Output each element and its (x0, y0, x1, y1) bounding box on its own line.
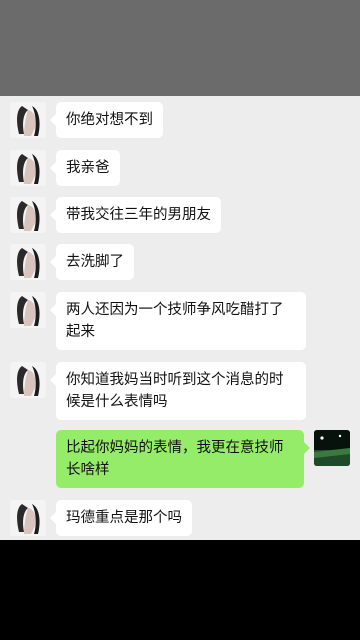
message-bubble[interactable]: 玛德重点是那个吗 (50, 500, 192, 536)
message-bubble[interactable]: 带我交往三年的男朋友 (50, 197, 221, 233)
girl-avatar-icon[interactable] (10, 197, 46, 233)
girl-avatar-icon[interactable] (10, 244, 46, 280)
girl-avatar-icon[interactable] (10, 292, 46, 328)
message-text: 去洗脚了 (66, 254, 124, 270)
girl-avatar-icon[interactable] (10, 150, 46, 186)
chat-area[interactable]: 你绝对想不到 我亲爸 带我交往三年的男朋友 去洗脚了 两人还因为一个技师争风吃醋… (0, 96, 360, 540)
girl-avatar-icon[interactable] (10, 362, 46, 398)
message-text: 我亲爸 (66, 160, 110, 176)
night-field-avatar-icon[interactable] (314, 430, 350, 466)
message-text: 你绝对想不到 (66, 112, 153, 128)
message-bubble[interactable]: 两人还因为一个技师争风吃醋打了起来 (50, 292, 306, 350)
message-bubble[interactable]: 你绝对想不到 (50, 102, 163, 138)
message-bubble[interactable]: 去洗脚了 (50, 244, 134, 280)
message-text: 比起你妈妈的表情，我更在意技师长啥样 (66, 440, 284, 478)
girl-avatar-icon[interactable] (10, 102, 46, 138)
message-bubble[interactable]: 我亲爸 (50, 150, 120, 186)
message-text: 你知道我妈当时听到这个消息的时候是什么表情吗 (66, 372, 284, 410)
bottom-bar (0, 540, 360, 640)
message-bubble-outgoing[interactable]: 比起你妈妈的表情，我更在意技师长啥样 (56, 430, 310, 488)
message-bubble[interactable]: 你知道我妈当时听到这个消息的时候是什么表情吗 (50, 362, 306, 420)
girl-avatar-icon[interactable] (10, 500, 46, 536)
message-text: 带我交往三年的男朋友 (66, 207, 211, 223)
message-text: 玛德重点是那个吗 (66, 510, 182, 526)
top-bar (0, 0, 360, 96)
message-text: 两人还因为一个技师争风吃醋打了起来 (66, 302, 284, 340)
